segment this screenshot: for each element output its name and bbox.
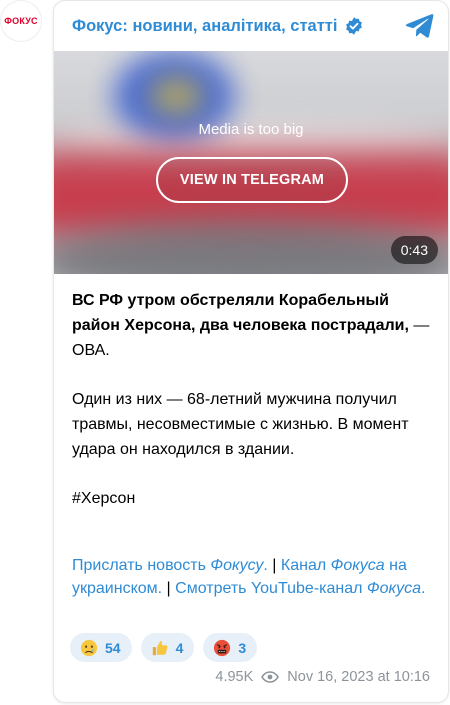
fokus-logo: ФОКУС (4, 16, 38, 26)
blurred-yellow-shape (149, 76, 204, 116)
reaction-thumbs-up[interactable]: 4 (140, 633, 195, 662)
crying-face-icon (80, 639, 98, 656)
post-text: ВС РФ утром обстреляли Корабельный район… (72, 288, 432, 511)
channel-link-brand: Фокуса (330, 557, 385, 574)
youtube-link-suffix: . (421, 580, 426, 597)
youtube-channel-link[interactable]: Смотреть YouTube-канал Фокуса. (175, 580, 425, 597)
channel-name-link[interactable]: Фокус: новини, аналітика, статті (72, 17, 337, 36)
send-news-label: Прислать новость (72, 557, 211, 574)
view-count: 4.95K (215, 669, 254, 685)
post-header: Фокус: новини, аналітика, статті (54, 1, 448, 51)
reaction-count: 54 (105, 639, 121, 656)
send-news-link[interactable]: Прислать новость Фокусу. (72, 557, 268, 574)
channel-avatar[interactable]: ФОКУС (0, 0, 42, 42)
footer-links: Прислать новость Фокусу. | Канал Фокуса … (72, 554, 432, 600)
link-separator: | (162, 580, 176, 597)
channel-link-label: Канал (280, 557, 331, 574)
post-paragraph: Один из них — 68-летний мужчина получил … (72, 391, 409, 458)
verified-badge-icon (346, 17, 363, 35)
youtube-link-brand: Фокуса (366, 580, 421, 597)
link-separator: | (267, 557, 281, 574)
eye-icon (261, 671, 280, 683)
reaction-cursing[interactable]: 3 (203, 633, 258, 662)
view-in-telegram-button[interactable]: VIEW IN TELEGRAM (156, 157, 348, 203)
youtube-link-label: Смотреть YouTube-канал (175, 580, 367, 597)
post-timestamp[interactable]: Nov 16, 2023 at 10:16 (287, 669, 430, 685)
video-preview: Media is too big VIEW IN TELEGRAM 0:43 (54, 51, 448, 274)
post-headline: ВС РФ утром обстреляли Корабельный район… (72, 292, 409, 334)
cursing-face-icon (214, 639, 231, 656)
thumbs-up-icon (152, 640, 168, 655)
reaction-count: 4 (175, 639, 184, 656)
post-meta: 4.95K Nov 16, 2023 at 10:16 (215, 669, 430, 685)
media-too-big-message: Media is too big (198, 121, 304, 138)
send-news-brand: Фокусу (210, 557, 264, 574)
telegram-logo-icon[interactable] (404, 12, 434, 40)
telegram-post-card: Фокус: новини, аналітика, статті Media i… (53, 0, 449, 703)
reaction-count: 3 (238, 639, 247, 656)
reaction-crying[interactable]: 54 (70, 633, 132, 662)
post-headline-paragraph: ВС РФ утром обстреляли Корабельный район… (72, 288, 432, 363)
reactions-bar: 54 4 3 (70, 633, 258, 662)
video-duration-badge: 0:43 (390, 236, 438, 264)
post-hashtag[interactable]: #Херсон (72, 486, 432, 511)
